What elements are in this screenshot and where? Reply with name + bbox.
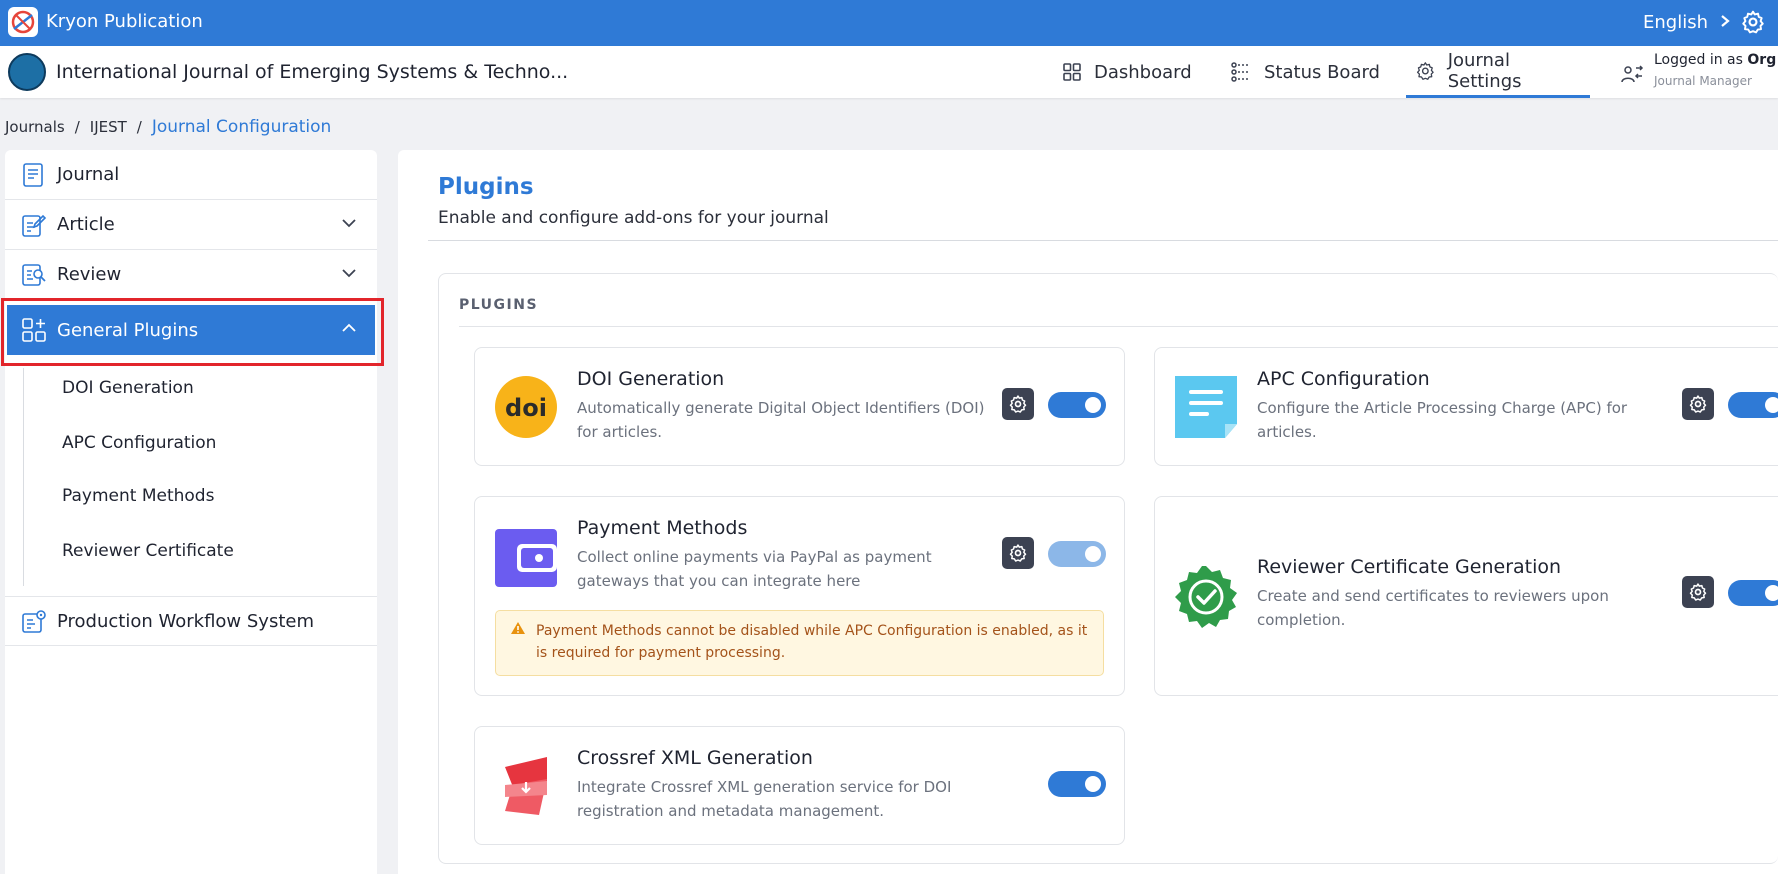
configure-button[interactable]: [1682, 576, 1714, 608]
chevron-down-icon: [342, 219, 356, 228]
sidebar-item-journal[interactable]: Journal: [5, 150, 377, 200]
warning-icon: [511, 622, 525, 634]
logged-in-user: Org: [1747, 52, 1777, 68]
plugin-name: DOI Generation: [577, 368, 725, 390]
crossref-icon: [495, 755, 557, 817]
gear-icon: [1009, 395, 1027, 413]
section-title: PLUGINS: [459, 297, 539, 313]
plugin-name: Crossref XML Generation: [577, 747, 813, 769]
sidebar-item-article[interactable]: Article: [5, 200, 377, 250]
plugin-card-reviewer-certificate: Reviewer Certificate Generation Create a…: [1154, 496, 1778, 696]
apc-icon: [1175, 376, 1237, 438]
journal-logo: [8, 53, 46, 91]
nav-status-board-label: Status Board: [1264, 61, 1380, 83]
breadcrumb-ijest[interactable]: IJEST: [90, 118, 127, 136]
plugin-card-payment-methods: Payment Methods Collect online payments …: [474, 496, 1125, 696]
warning-alert: Payment Methods cannot be disabled while…: [495, 610, 1104, 676]
plugin-description: Create and send certificates to reviewer…: [1257, 587, 1609, 629]
sidebar-item-label: Review: [57, 264, 122, 285]
plugins-panel: PLUGINS doi DOI Generation Automatically…: [438, 273, 1778, 864]
status-board-icon: [1231, 62, 1250, 82]
nav-journal-settings-label: Journal Settings: [1447, 49, 1522, 92]
user-role: Journal Manager: [1654, 74, 1752, 88]
document-icon: [23, 163, 43, 187]
sidebar-item-label: Journal: [57, 164, 120, 185]
sidebar-item-label: Article: [57, 214, 115, 235]
warning-text: Payment Methods cannot be disabled while…: [536, 623, 1088, 661]
gear-icon: [1009, 544, 1027, 562]
page-subtitle: Enable and configure add-ons for your jo…: [438, 208, 829, 228]
chevron-right-icon: [1720, 12, 1730, 33]
app-title: Kryon Publication: [46, 11, 203, 32]
submenu-payment-methods[interactable]: Payment Methods: [62, 486, 214, 506]
svg-text:doi: doi: [505, 394, 547, 422]
main-content: Plugins Enable and configure add-ons for…: [398, 150, 1778, 874]
edit-document-icon: [22, 214, 47, 237]
submenu-apc-configuration[interactable]: APC Configuration: [62, 433, 216, 453]
doi-icon: doi: [495, 376, 557, 438]
plugin-name: Payment Methods: [577, 517, 748, 539]
submenu-reviewer-certificate[interactable]: Reviewer Certificate: [62, 541, 234, 561]
enable-toggle[interactable]: [1728, 392, 1778, 418]
plugin-description: Automatically generate Digital Object Id…: [577, 399, 985, 441]
grid-icon: [1063, 63, 1081, 81]
enable-toggle[interactable]: [1048, 771, 1106, 797]
plugin-card-crossref: Crossref XML Generation Integrate Crossr…: [474, 726, 1125, 845]
divider: [459, 326, 1778, 327]
plugin-description: Collect online payments via PayPal as pa…: [577, 548, 932, 590]
enable-toggle-disabled[interactable]: [1048, 541, 1106, 567]
gear-icon: [1689, 583, 1707, 601]
nav-dashboard[interactable]: Dashboard: [1062, 46, 1192, 98]
plugin-description: Integrate Crossref XML generation servic…: [577, 778, 952, 820]
journal-title: International Journal of Emerging System…: [56, 61, 569, 83]
plugin-name: Reviewer Certificate Generation: [1257, 556, 1562, 578]
enable-toggle[interactable]: [1728, 580, 1778, 606]
enable-toggle[interactable]: [1048, 392, 1106, 418]
journal-header: International Journal of Emerging System…: [0, 46, 1778, 98]
top-bar: Kryon Publication English: [0, 0, 1778, 46]
gear-icon: [1689, 395, 1707, 413]
configure-button[interactable]: [1002, 388, 1034, 420]
language-selector[interactable]: English: [1643, 12, 1730, 33]
configure-button[interactable]: [1002, 537, 1034, 569]
sidebar-item-label: Production Workflow System: [57, 610, 314, 632]
configure-button[interactable]: [1682, 388, 1714, 420]
breadcrumb-journals[interactable]: Journals: [5, 118, 65, 136]
submenu-doi-generation[interactable]: DOI Generation: [62, 378, 194, 398]
kryon-logo-icon: [8, 7, 38, 37]
plugin-name: APC Configuration: [1257, 368, 1430, 390]
sidebar-item-review[interactable]: Review: [5, 250, 377, 300]
chevron-down-icon: [342, 269, 356, 278]
nav-dashboard-label: Dashboard: [1094, 61, 1192, 83]
users-switch-icon: [1621, 65, 1644, 83]
plugins-submenu: DOI Generation APC Configuration Payment…: [23, 368, 372, 586]
wallet-icon: [495, 527, 557, 589]
page-title: Plugins: [438, 174, 534, 200]
language-label: English: [1643, 12, 1708, 33]
workflow-icon: [22, 610, 46, 633]
gear-icon: [1416, 61, 1434, 80]
breadcrumb-current: Journal Configuration: [151, 117, 332, 137]
divider: [428, 240, 1778, 241]
nav-status-board[interactable]: Status Board: [1230, 46, 1380, 98]
plugin-card-apc: APC Configuration Configure the Article …: [1154, 347, 1778, 466]
settings-gear-icon[interactable]: [1740, 9, 1766, 35]
breadcrumb: Journals / IJEST / Journal Configuration: [5, 117, 332, 137]
review-icon: [22, 264, 46, 286]
selection-highlight: [1, 298, 384, 366]
plugin-card-doi: doi DOI Generation Automatically generat…: [474, 347, 1125, 466]
logged-in-text: Logged in as Org: [1654, 52, 1777, 68]
plugin-description: Configure the Article Processing Charge …: [1257, 399, 1628, 441]
certificate-badge-icon: [1175, 566, 1237, 628]
sidebar-item-production-workflow[interactable]: Production Workflow System: [5, 596, 377, 646]
nav-journal-settings[interactable]: Journal Settings: [1406, 46, 1590, 98]
